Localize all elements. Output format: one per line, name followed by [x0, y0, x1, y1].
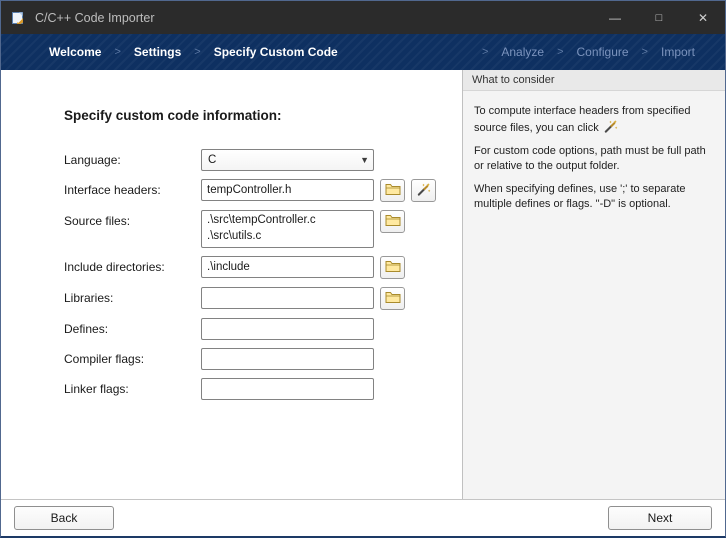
include-directories-input[interactable]: [201, 256, 374, 278]
tip-compute-headers: To compute interface headers from specif…: [474, 104, 714, 137]
tip-compute-headers-text: To compute interface headers from specif…: [474, 105, 690, 134]
page-title: Specify custom code information:: [64, 108, 462, 123]
field-row-include-directories: Include directories:: [64, 256, 462, 279]
wizard-footer: Back Next: [1, 499, 725, 536]
code-importer-window: C/C++ Code Importer — □ ✕ Welcome > Sett…: [0, 0, 726, 538]
nav-step-specify-custom-code[interactable]: Specify Custom Code: [214, 45, 338, 59]
magic-wand-icon: [416, 182, 431, 200]
breadcrumb-separator: >: [482, 46, 488, 58]
nav-step-import[interactable]: Import: [661, 45, 695, 59]
window-controls: — □ ✕: [593, 1, 725, 34]
field-row-compiler-flags: Compiler flags:: [64, 348, 462, 370]
nav-step-configure[interactable]: Configure: [577, 45, 629, 59]
window-title: C/C++ Code Importer: [35, 11, 593, 25]
breadcrumb-separator: >: [194, 46, 200, 58]
language-label: Language:: [64, 149, 201, 167]
window-body: Specify custom code information: Languag…: [1, 70, 725, 499]
breadcrumb-separator: >: [642, 46, 648, 58]
help-sidebar: What to consider To compute interface he…: [462, 70, 725, 499]
tip-path-rules: For custom code options, path must be fu…: [474, 144, 714, 175]
interface-headers-label: Interface headers:: [64, 179, 201, 197]
libraries-browse-button[interactable]: [380, 287, 405, 310]
tip-defines-rules: When specifying defines, use ';' to sepa…: [474, 182, 714, 213]
next-button[interactable]: Next: [608, 506, 712, 530]
custom-code-form: Specify custom code information: Languag…: [1, 70, 462, 499]
defines-input[interactable]: [201, 318, 374, 340]
close-button[interactable]: ✕: [681, 1, 725, 34]
minimize-button[interactable]: —: [593, 1, 637, 34]
back-button[interactable]: Back: [14, 506, 114, 530]
interface-headers-browse-button[interactable]: [380, 179, 405, 202]
field-row-libraries: Libraries:: [64, 287, 462, 310]
field-row-linker-flags: Linker flags:: [64, 378, 462, 400]
compiler-flags-input[interactable]: [201, 348, 374, 370]
field-row-language: Language: C ▼: [64, 149, 462, 171]
nav-step-welcome[interactable]: Welcome: [49, 45, 101, 59]
folder-open-icon: [385, 183, 401, 199]
breadcrumb-separator: >: [114, 46, 120, 58]
folder-open-icon: [385, 260, 401, 276]
wizard-breadcrumb: Welcome > Settings > Specify Custom Code…: [1, 34, 725, 70]
source-files-label: Source files:: [64, 210, 201, 228]
language-selected-value: C: [208, 154, 360, 166]
source-files-input[interactable]: .\src\tempController.c .\src\utils.c: [201, 210, 374, 248]
chevron-down-icon: ▼: [360, 155, 369, 165]
field-row-source-files: Source files: .\src\tempController.c .\s…: [64, 210, 462, 248]
libraries-input[interactable]: [201, 287, 374, 309]
magic-wand-icon: [603, 119, 618, 134]
folder-open-icon: [385, 214, 401, 230]
source-files-browse-button[interactable]: [380, 210, 405, 233]
include-directories-label: Include directories:: [64, 256, 201, 274]
linker-flags-input[interactable]: [201, 378, 374, 400]
maximize-button[interactable]: □: [637, 1, 681, 34]
language-dropdown[interactable]: C ▼: [201, 149, 374, 171]
breadcrumb-separator: >: [557, 46, 563, 58]
include-directories-browse-button[interactable]: [380, 256, 405, 279]
compiler-flags-label: Compiler flags:: [64, 348, 201, 366]
sidebar-tips: To compute interface headers from specif…: [463, 91, 725, 232]
compute-headers-wand-button[interactable]: [411, 179, 436, 202]
field-row-defines: Defines:: [64, 318, 462, 340]
nav-step-analyze[interactable]: Analyze: [501, 45, 544, 59]
field-row-interface-headers: Interface headers:: [64, 179, 462, 202]
nav-step-settings[interactable]: Settings: [134, 45, 181, 59]
libraries-label: Libraries:: [64, 287, 201, 305]
titlebar: C/C++ Code Importer — □ ✕: [1, 1, 725, 34]
app-icon: [11, 10, 27, 26]
linker-flags-label: Linker flags:: [64, 378, 201, 396]
interface-headers-input[interactable]: [201, 179, 374, 201]
defines-label: Defines:: [64, 318, 201, 336]
folder-open-icon: [385, 291, 401, 307]
sidebar-title: What to consider: [463, 70, 725, 91]
